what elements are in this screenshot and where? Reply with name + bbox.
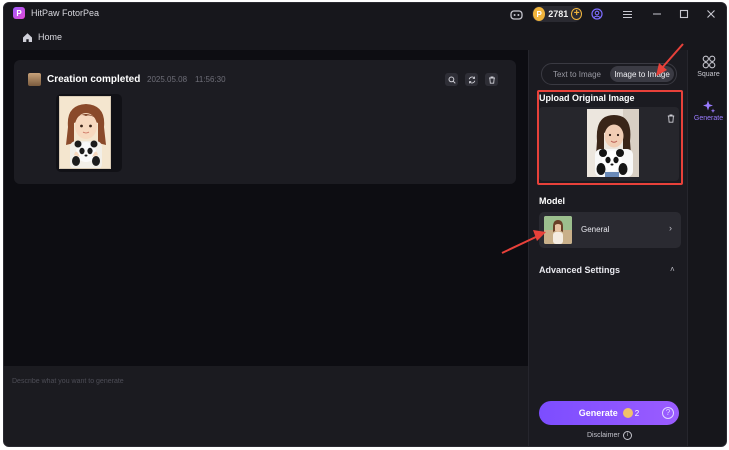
model-thumbnail [544,216,572,244]
zoom-button[interactable] [445,73,458,86]
upload-highlight-box [537,90,683,185]
menu-icon[interactable] [619,6,635,22]
breadcrumb [4,25,726,50]
sparkle-icon [702,100,715,113]
home-icon[interactable] [22,32,33,43]
minimize-icon[interactable] [649,6,665,22]
creation-status-title: Creation completed [47,74,141,85]
delete-creation-button[interactable] [485,73,498,86]
creation-time: 11:56:30 [195,75,226,84]
prompt-area [4,366,528,446]
rail-label-square: Square [697,71,720,78]
help-icon[interactable]: ? [662,407,674,419]
rail-label-generate: Generate [693,115,724,122]
refresh-icon [468,76,475,83]
coin-count: 2781 [548,9,569,19]
close-icon[interactable] [703,6,719,22]
breadcrumb-home[interactable]: Home [38,32,62,42]
disclaimer-link[interactable]: Disclaimer [587,432,620,439]
coin-balance[interactable]: P 2781 + [532,6,582,22]
tab-text-to-image[interactable]: Text to Image [546,66,608,82]
square-grid-icon [702,55,715,69]
info-icon[interactable]: i [623,431,632,440]
generate-button[interactable]: Generate 2 [539,401,679,425]
generate-cost: 2 [634,408,640,418]
generate-label: Generate [578,408,618,418]
app-logo-icon: P [13,7,25,19]
rail-active-indicator [726,96,727,130]
app-title: HitPaw FotorPea [31,8,100,18]
tab-image-to-image[interactable]: Image to Image [610,66,674,82]
advanced-settings-toggle[interactable]: Advanced Settings [539,265,620,275]
creation-card: Creation completed 2025.05.08 11:56:30 [14,60,516,184]
account-icon[interactable] [589,6,605,22]
chevron-right-icon: › [669,223,672,233]
model-name: General [581,225,610,234]
creation-thumbnail-icon [28,73,41,86]
regenerate-button[interactable] [465,73,478,86]
trash-icon [488,76,495,84]
coin-icon: P [533,7,546,21]
creation-date: 2025.05.08 [147,75,188,84]
side-rail: Square Generate [687,50,727,446]
maximize-icon[interactable] [676,6,692,22]
workspace: Creation completed 2025.05.08 11:56:30 [4,50,528,366]
prompt-input[interactable] [12,374,512,388]
rail-item-square[interactable]: Square [688,55,726,91]
mode-tabs: Text to Image Image to Image [541,63,677,85]
model-selector[interactable]: General › [539,212,681,248]
rail-item-generate[interactable]: Generate [688,99,726,135]
chevron-up-icon[interactable]: ˄ [670,265,675,274]
settings-panel: Text to Image Image to Image Upload Orig… [528,50,687,446]
result-image[interactable] [59,96,111,169]
coin-icon [622,408,633,418]
model-section-title: Model [539,196,565,206]
zoom-icon [448,76,456,84]
app-window: P HitPaw FotorPea P 2781 + Home Creation… [3,2,727,447]
discord-icon[interactable] [508,6,524,22]
add-coins-icon[interactable]: + [571,8,582,20]
title-bar: P HitPaw FotorPea P 2781 + [4,3,726,25]
